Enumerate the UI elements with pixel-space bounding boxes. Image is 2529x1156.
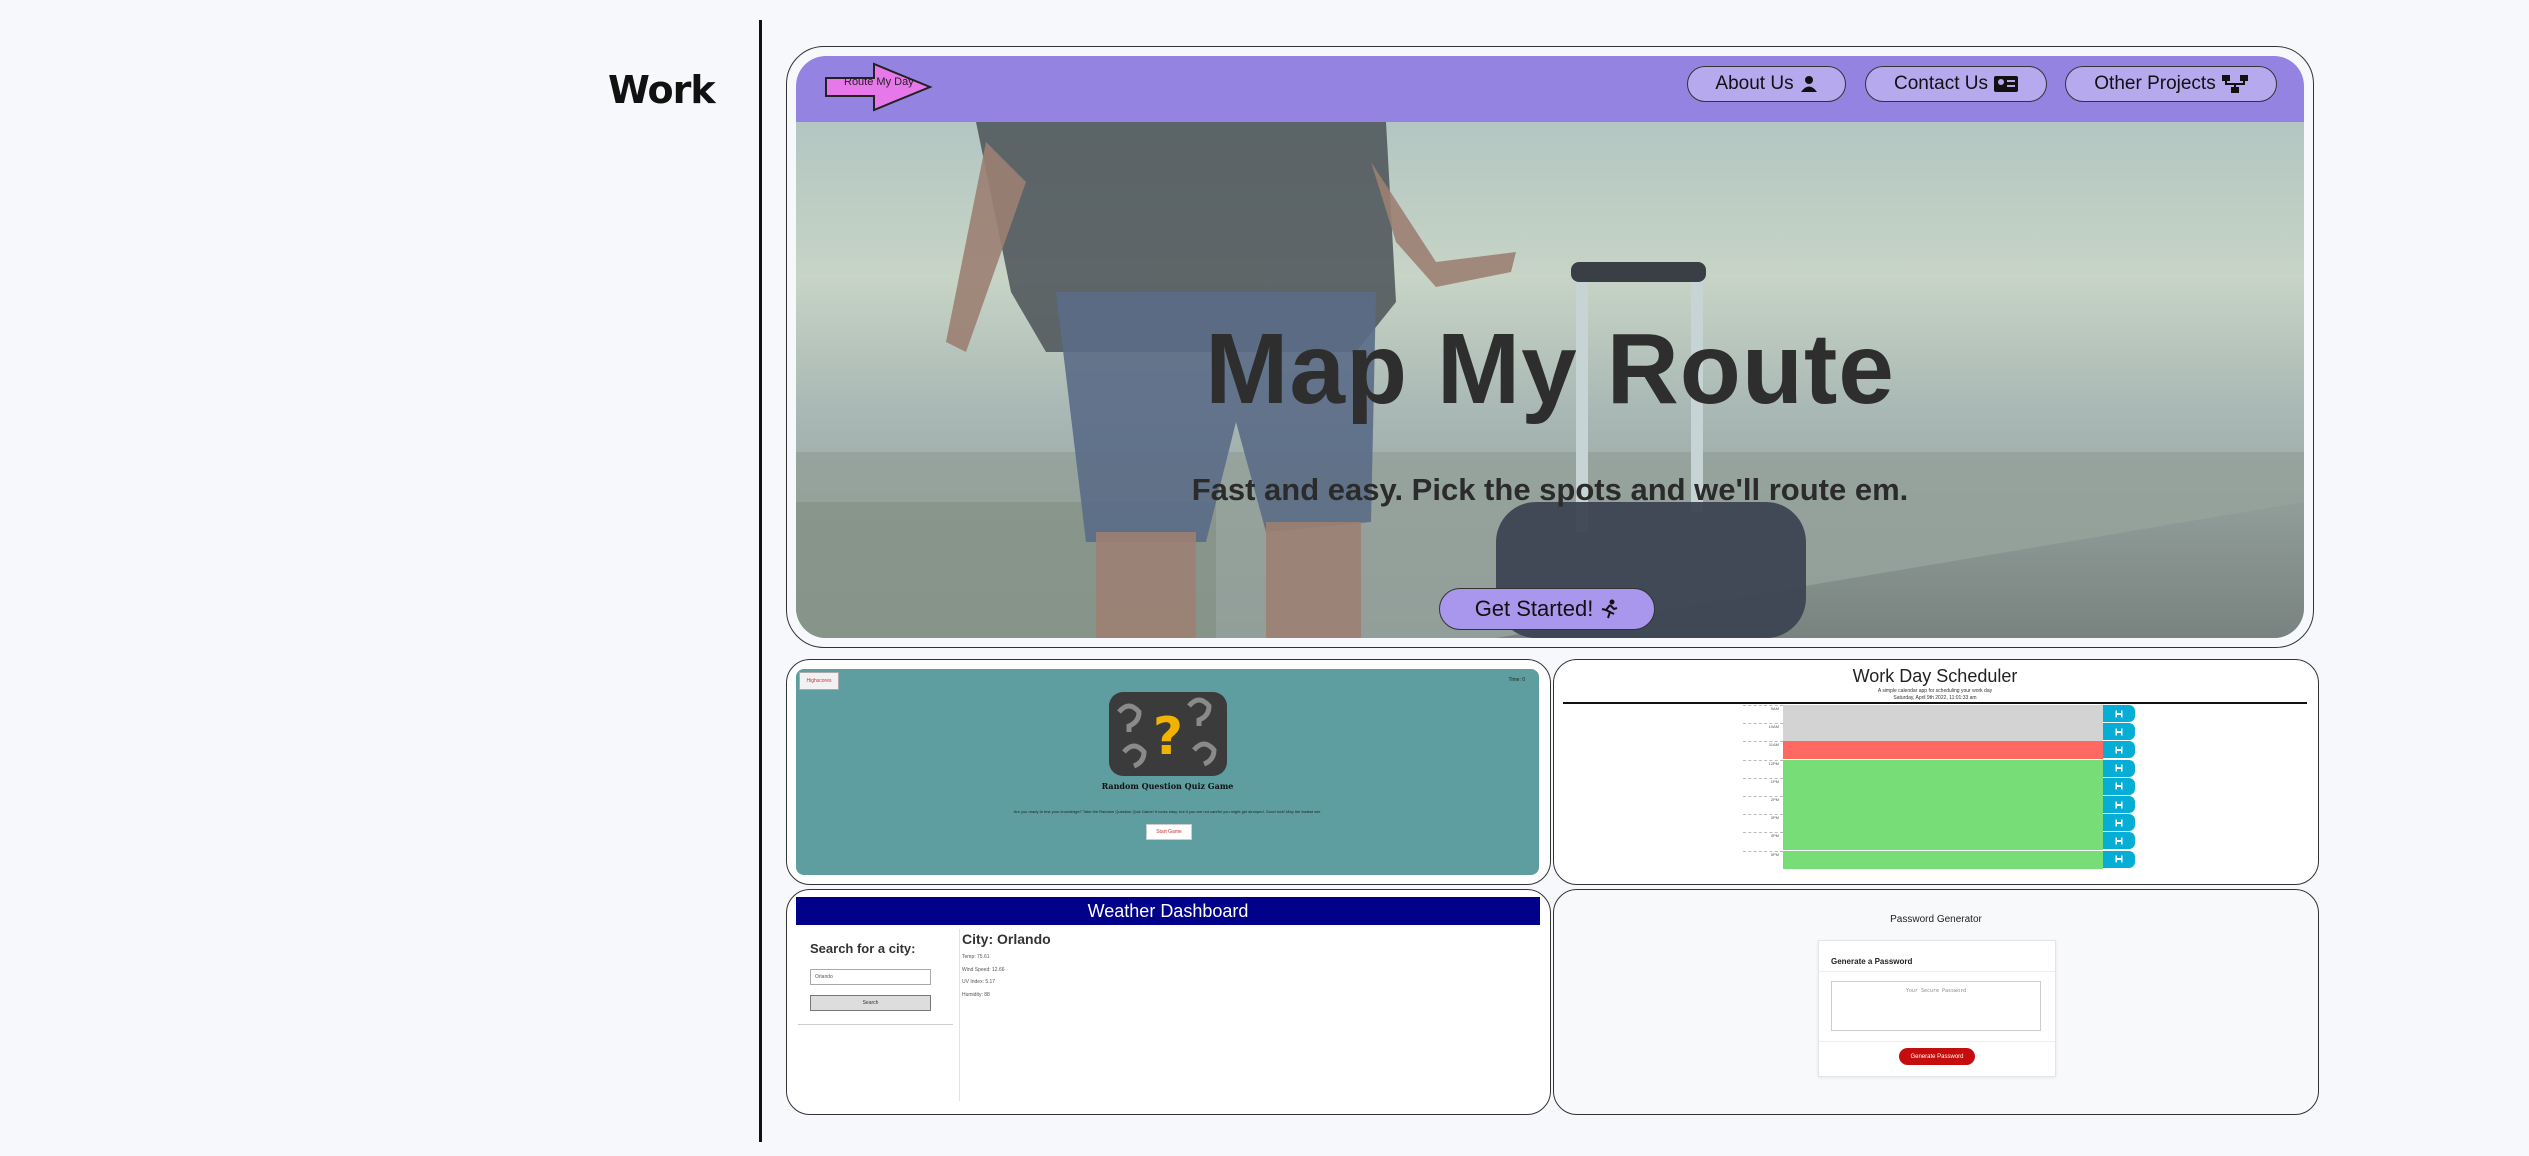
time-block-hour: 10AM (1743, 723, 1783, 741)
weather-search-input: Orlando (810, 969, 931, 985)
weather-details: Temp: 75.61 Wind Speed: 12.66 UV Index: … (962, 951, 1005, 1001)
time-block-row: 1PM (1563, 777, 2307, 797)
time-block-textarea (1783, 796, 2103, 815)
quiz-timer: Time: 0 (1508, 677, 1525, 683)
question-mark-image: ? (1109, 692, 1227, 776)
get-started-button[interactable]: Get Started! (1439, 588, 1655, 630)
save-icon (2103, 759, 2135, 777)
featured-project-screenshot: Route My Day About Us Contact Us Other P… (796, 56, 2304, 638)
start-game-button: Start Game (1146, 824, 1192, 840)
time-block-hour: 1PM (1743, 777, 1783, 796)
running-person-icon (1602, 599, 1618, 619)
weather-project-card[interactable]: Weather Dashboard Search for a city: Orl… (786, 889, 1551, 1115)
weather-detail: Temp: 75.61 (962, 954, 990, 960)
featured-project-card[interactable]: Route My Day About Us Contact Us Other P… (786, 46, 2314, 648)
sitemap-icon (2221, 75, 2248, 93)
nav-label: Other Projects (2094, 73, 2216, 94)
weather-search-button: Search (810, 995, 931, 1011)
time-block-row: 12PM (1563, 759, 2307, 779)
password-output: Your Secure Password (1831, 981, 2041, 1031)
time-block-hour: 11AM (1743, 741, 1783, 759)
time-block-hour: 5PM (1743, 850, 1783, 869)
time-block-hour: 9AM (1743, 705, 1783, 723)
time-block-textarea (1783, 814, 2103, 834)
time-block-row: 9AM (1563, 705, 2307, 724)
save-icon (2103, 705, 2135, 722)
section-title: Work (608, 68, 716, 112)
vertical-divider (759, 20, 762, 1142)
generate-password-button: Generate Password (1899, 1048, 1975, 1065)
arrow-logo: Route My Day (825, 62, 933, 112)
scheduler-title: Work Day Scheduler (1852, 666, 2018, 686)
save-icon (2103, 850, 2135, 868)
time-block-row: 10AM (1563, 723, 2307, 743)
weather-header: Weather Dashboard (796, 897, 1540, 925)
time-block-hour: 2PM (1743, 796, 1783, 814)
password-project-card[interactable]: Password Generator Generate a Password Y… (1553, 889, 2319, 1115)
nav-label: Contact Us (1894, 73, 1988, 94)
time-block-textarea (1783, 759, 2103, 779)
time-block-hour: 4PM (1743, 832, 1783, 850)
time-block-textarea (1783, 723, 2103, 743)
scheduler-rule (1563, 702, 2307, 704)
save-icon (2103, 723, 2135, 741)
nav-label: About Us (1715, 73, 1794, 94)
scheduler-date: Saturday, April 9th 2022, 11:01:33 am (1893, 695, 1977, 701)
password-card: Generate a Password Your Secure Password… (1818, 940, 2056, 1077)
quiz-project-card[interactable]: Highscores Time: 0 ? Random Question Qui… (786, 659, 1551, 885)
quiz-screenshot: Highscores Time: 0 ? Random Question Qui… (796, 669, 1539, 875)
weather-detail: Wind Speed: 12.66 (962, 966, 1005, 973)
time-block-hour: 12PM (1743, 759, 1783, 778)
scheduler-project-card[interactable]: Work Day Scheduler A simple calendar app… (1553, 659, 2319, 885)
contact-card-icon (1993, 76, 2018, 92)
weather-city: City: Orlando (962, 931, 1051, 947)
site-header: Route My Day About Us Contact Us Other P… (796, 56, 2304, 122)
quiz-title: Random Question Quiz Game (1101, 781, 1234, 791)
time-block-textarea (1783, 777, 2103, 797)
weather-panel-divider (959, 929, 960, 1101)
hero-subtitle: Fast and easy. Pick the spots and we'll … (1191, 472, 1909, 507)
weather-search-heading: Search for a city: (810, 941, 916, 956)
get-started-label: Get Started! (1474, 596, 1594, 621)
time-block-textarea (1783, 705, 2103, 724)
weather-screenshot: Weather Dashboard Search for a city: Orl… (796, 897, 1540, 1101)
password-card-rule (1819, 1041, 2055, 1042)
time-block-row: 2PM (1563, 796, 2307, 815)
password-title: Password Generator (1890, 914, 1982, 925)
password-card-rule (1819, 971, 2055, 972)
scheduler-subtitle: A simple calendar app for scheduling you… (1877, 688, 1993, 694)
save-icon (2103, 814, 2135, 832)
weather-detail: Humidity: 88 (962, 991, 990, 998)
save-icon (2103, 741, 2135, 759)
time-block-row: 5PM (1563, 850, 2307, 870)
time-block-row: 11AM (1563, 741, 2307, 761)
nav-about-button[interactable]: About Us (1687, 66, 1846, 102)
time-block-textarea (1783, 741, 2103, 761)
weather-detail: UV Index: 5.17 (962, 979, 996, 985)
time-block-row: 3PM (1563, 814, 2307, 834)
save-icon (2103, 796, 2135, 813)
time-block-row: 4PM (1563, 832, 2307, 852)
user-icon (1800, 76, 1817, 92)
quiz-description: Are you ready to test your knowledge? Ta… (1013, 809, 1322, 814)
password-card-heading: Generate a Password (1831, 957, 1913, 966)
time-block-textarea (1783, 832, 2103, 852)
hero-image: Map My Route Fast and easy. Pick the spo… (796, 122, 2304, 638)
highscores-link: Highscores (799, 672, 839, 690)
time-block-textarea (1783, 850, 2103, 870)
save-icon (2103, 832, 2135, 850)
time-block-hour: 3PM (1743, 814, 1783, 832)
weather-sidebar-rule (798, 1024, 953, 1025)
logo-text: Route My Day (844, 76, 914, 88)
nav-other-projects-button[interactable]: Other Projects (2065, 66, 2277, 102)
scheduler-screenshot: Work Day Scheduler A simple calendar app… (1563, 664, 2307, 876)
hero-title: Map My Route (1205, 313, 1895, 425)
save-icon (2103, 777, 2135, 795)
nav-contact-button[interactable]: Contact Us (1865, 66, 2047, 102)
svg-text:?: ? (1153, 707, 1183, 767)
